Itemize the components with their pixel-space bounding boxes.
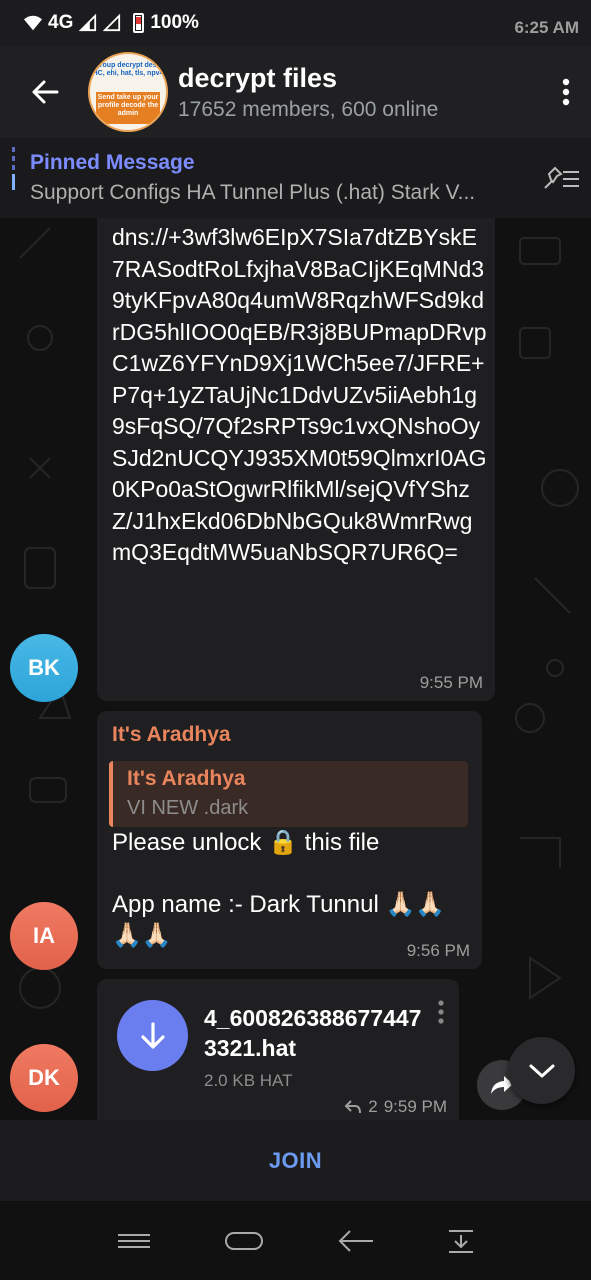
group-title: decrypt files bbox=[178, 62, 338, 93]
file-menu-icon[interactable] bbox=[433, 997, 449, 1029]
status-icons: 4G 100% bbox=[24, 12, 199, 34]
message-time: 9:56 PM bbox=[406, 941, 470, 960]
avatar-dk[interactable]: DK bbox=[10, 1044, 78, 1112]
file-size: 2.0 KB HAT bbox=[204, 1071, 293, 1090]
network-type: 4G bbox=[48, 12, 74, 33]
battery-icon bbox=[133, 13, 145, 33]
join-button[interactable]: JOIN bbox=[269, 1148, 322, 1174]
message-meta[interactable]: 2 9:59 PM bbox=[344, 1097, 447, 1117]
status-bar: 6:25 AM 4G 100% bbox=[0, 0, 591, 46]
group-members: 17652 members, 600 online bbox=[178, 97, 439, 121]
message-bubble-3[interactable]: 4_6008263886774473321.hat 2.0 KB HAT 2 9… bbox=[97, 979, 459, 1120]
reply-arrow-icon bbox=[344, 1100, 362, 1114]
message-text: dns://+3wf3lw6EIpX7SIa7dtZBYskE7RASodtRo… bbox=[112, 224, 487, 565]
avatar-caption: group decrypt des_ HC, ehi, hat, tls, np… bbox=[92, 62, 164, 77]
chevron-down-icon bbox=[529, 1064, 554, 1077]
reply-sender: It's Aradhya bbox=[127, 767, 246, 790]
unpin-button[interactable] bbox=[531, 138, 591, 218]
pinned-indicator bbox=[12, 147, 15, 203]
reply-quote[interactable]: It's Aradhya VI NEW .dark bbox=[109, 761, 468, 827]
wifi-icon bbox=[24, 15, 42, 31]
more-menu-button[interactable] bbox=[541, 46, 591, 138]
home-icon[interactable] bbox=[224, 1230, 264, 1252]
sender-name[interactable]: It's Aradhya bbox=[112, 723, 231, 747]
system-nav-bar bbox=[0, 1201, 591, 1280]
download-button[interactable] bbox=[117, 1000, 188, 1071]
back-nav-icon[interactable] bbox=[337, 1229, 375, 1253]
message-time: 9:55 PM bbox=[419, 673, 483, 692]
message-text: Please unlock 🔒 this file App name :- Da… bbox=[112, 827, 472, 951]
arrow-left-icon bbox=[32, 80, 59, 104]
group-avatar[interactable]: group decrypt des_ HC, ehi, hat, tls, np… bbox=[88, 52, 168, 132]
join-bar: JOIN bbox=[0, 1120, 591, 1201]
reply-text: VI NEW .dark bbox=[127, 797, 249, 819]
kebab-menu-icon bbox=[562, 78, 570, 106]
pin-list-icon bbox=[544, 166, 579, 189]
arrow-down-icon bbox=[140, 1021, 165, 1049]
reply-count: 2 bbox=[368, 1097, 378, 1116]
notification-drawer-icon[interactable] bbox=[447, 1227, 475, 1255]
pinned-message[interactable]: Pinned Message Support Configs HA Tunnel… bbox=[0, 138, 591, 218]
menu-icon[interactable] bbox=[116, 1231, 152, 1251]
message-line-1: Please unlock 🔒 this file bbox=[112, 829, 380, 856]
chat-area[interactable]: dns://+3wf3lw6EIpX7SIa7dtZBYskE7RASodtRo… bbox=[0, 218, 591, 1120]
avatar-bk[interactable]: BK bbox=[10, 634, 78, 702]
message-time: 9:59 PM bbox=[383, 1097, 447, 1116]
avatar-band: Send take up your profile decode the adm… bbox=[96, 92, 160, 124]
status-time: 6:25 AM bbox=[514, 18, 579, 37]
pinned-text: Support Configs HA Tunnel Plus (.hat) St… bbox=[30, 181, 476, 204]
avatar-ia[interactable]: IA bbox=[10, 902, 78, 970]
battery-level: 100% bbox=[150, 12, 199, 33]
file-name[interactable]: 4_6008263886774473321.hat bbox=[204, 1003, 424, 1063]
message-bubble-2[interactable]: It's Aradhya It's Aradhya VI NEW .dark P… bbox=[97, 711, 482, 969]
pinned-title: Pinned Message bbox=[30, 151, 195, 174]
signal-2-icon bbox=[103, 14, 121, 32]
message-bubble-1[interactable]: dns://+3wf3lw6EIpX7SIa7dtZBYskE7RASodtRo… bbox=[97, 218, 495, 701]
header-info[interactable]: decrypt files 17652 members, 600 online bbox=[178, 63, 541, 122]
back-button[interactable] bbox=[0, 46, 90, 138]
signal-icon bbox=[79, 14, 97, 32]
chat-header: group decrypt des_ HC, ehi, hat, tls, np… bbox=[0, 46, 591, 138]
scroll-down-button[interactable] bbox=[508, 1037, 575, 1104]
message-line-2: App name :- Dark Tunnul 🙏🏻🙏🏻 bbox=[112, 891, 446, 918]
